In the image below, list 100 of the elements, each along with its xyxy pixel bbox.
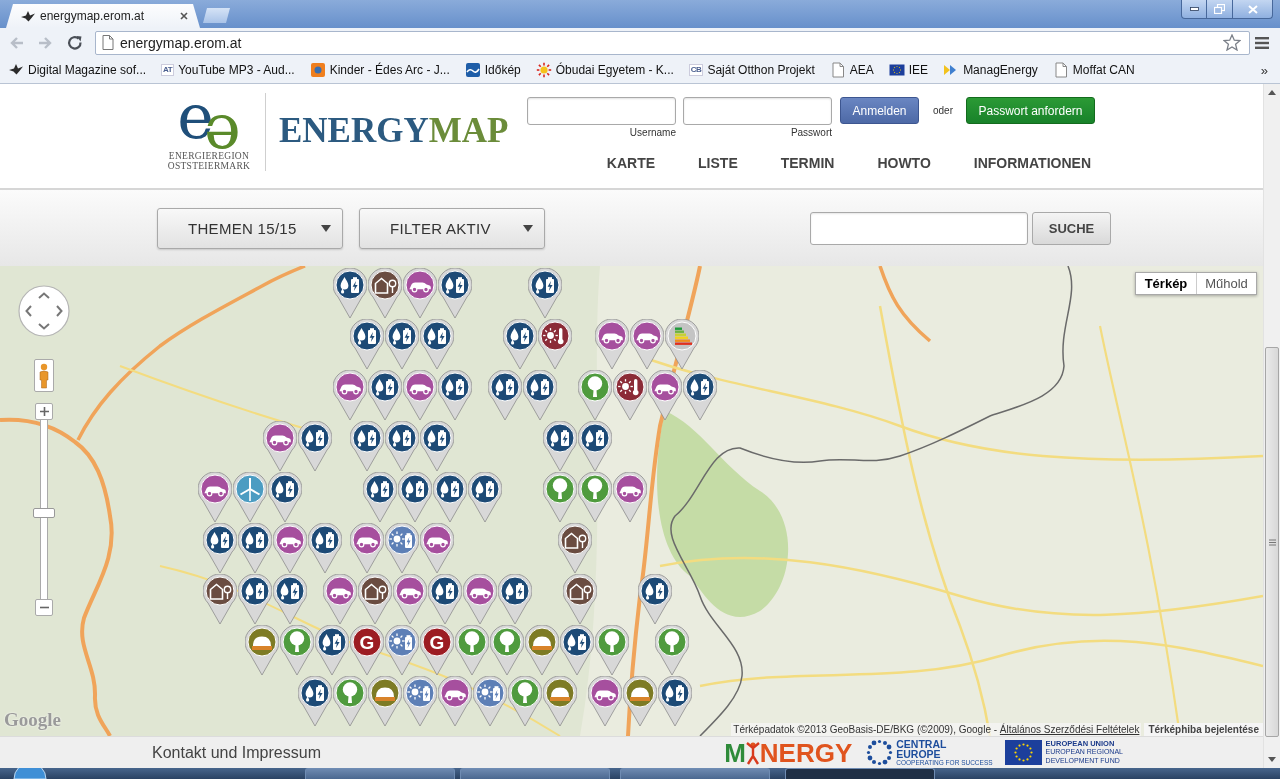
username-field[interactable] xyxy=(527,97,676,125)
terms-link[interactable]: Általános Szerződési Feltételek xyxy=(999,724,1140,735)
house-pin-icon[interactable] xyxy=(358,574,392,624)
drop-battery-pin-icon[interactable] xyxy=(543,421,577,471)
drop-battery-pin-icon[interactable] xyxy=(315,625,349,675)
bookmark-item[interactable]: CB Saját Otthon Projekt xyxy=(688,63,815,77)
car-pin-icon[interactable] xyxy=(463,574,497,624)
house-pin-icon[interactable] xyxy=(368,268,402,318)
zoom-in-button[interactable] xyxy=(35,403,53,420)
contact-link[interactable]: Kontakt und Impressum xyxy=(152,743,321,762)
drop-battery-pin-icon[interactable] xyxy=(308,523,342,573)
tree-pin-icon[interactable] xyxy=(508,676,542,726)
taskbar-button[interactable] xyxy=(785,768,935,779)
nav-link[interactable]: HOWTO xyxy=(877,154,931,172)
close-icon[interactable] xyxy=(180,12,188,20)
drop-battery-pin-icon[interactable] xyxy=(438,268,472,318)
drop-battery-pin-icon[interactable] xyxy=(350,319,384,369)
report-error-link[interactable]: Térképhiba bejelentése xyxy=(1144,723,1263,736)
star-icon[interactable] xyxy=(1223,34,1241,51)
dome-pin-icon[interactable] xyxy=(623,676,657,726)
house-pin-icon[interactable] xyxy=(558,523,592,573)
dropdown-button[interactable]: FILTER AKTIV xyxy=(359,207,545,249)
drop-battery-pin-icon[interactable] xyxy=(350,421,384,471)
drop-battery-pin-icon[interactable] xyxy=(638,574,672,624)
search-field[interactable] xyxy=(810,211,1028,245)
drop-battery-pin-icon[interactable] xyxy=(523,370,557,420)
bookmark-item[interactable]: Óbudai Egyetem - K... xyxy=(535,62,674,78)
drop-battery-pin-icon[interactable] xyxy=(498,574,532,624)
drop-battery-pin-icon[interactable] xyxy=(488,370,522,420)
car-pin-icon[interactable] xyxy=(333,370,367,420)
bookmark-item[interactable]: AT YouTube MP3 - Aud... xyxy=(161,63,295,77)
reload-icon[interactable] xyxy=(66,33,84,52)
bookmark-item[interactable]: IEE xyxy=(888,62,929,78)
drop-battery-pin-icon[interactable] xyxy=(468,472,502,522)
drop-battery-pin-icon[interactable] xyxy=(658,676,692,726)
car-pin-icon[interactable] xyxy=(613,472,647,522)
drop-battery-pin-icon[interactable] xyxy=(398,472,432,522)
dropdown-button[interactable]: THEMEN 15/15 xyxy=(157,207,343,249)
drop-battery-pin-icon[interactable] xyxy=(385,421,419,471)
car-pin-icon[interactable] xyxy=(403,268,437,318)
drop-battery-pin-icon[interactable] xyxy=(438,370,472,420)
drop-battery-pin-icon[interactable] xyxy=(433,472,467,522)
map-type-tab[interactable]: Műhold xyxy=(1196,273,1256,294)
nav-link[interactable]: LISTE xyxy=(698,154,738,172)
address-field[interactable]: energymap.erom.at xyxy=(95,30,1250,55)
bookmark-item[interactable]: AEA xyxy=(829,62,874,78)
restore-button[interactable] xyxy=(1207,0,1233,19)
bookmarks-overflow-button[interactable]: » xyxy=(1260,62,1268,78)
drop-battery-pin-icon[interactable] xyxy=(203,523,237,573)
bookmark-item[interactable]: Kinder - Édes Arc - J... xyxy=(309,62,450,78)
car-pin-icon[interactable] xyxy=(630,319,664,369)
drop-battery-pin-icon[interactable] xyxy=(273,574,307,624)
drop-battery-pin-icon[interactable] xyxy=(528,268,562,318)
letter-pin[interactable]: G xyxy=(420,625,454,675)
car-pin-icon[interactable] xyxy=(350,523,384,573)
car-pin-icon[interactable] xyxy=(393,574,427,624)
drop-battery-pin-icon[interactable] xyxy=(368,370,402,420)
sun-battery-pin-icon[interactable] xyxy=(473,676,507,726)
house-pin-icon[interactable] xyxy=(563,574,597,624)
drop-battery-pin-icon[interactable] xyxy=(420,421,454,471)
dome-pin-icon[interactable] xyxy=(368,676,402,726)
bookmark-item[interactable]: Digital Magazine sof... xyxy=(8,62,147,78)
slider-thumb[interactable] xyxy=(33,508,55,519)
drop-battery-pin-icon[interactable] xyxy=(428,574,462,624)
drop-battery-pin-icon[interactable] xyxy=(683,370,717,420)
search-button[interactable]: SUCHE xyxy=(1032,211,1111,245)
dome-pin-icon[interactable] xyxy=(525,625,559,675)
start-button[interactable] xyxy=(12,768,48,779)
drop-battery-pin-icon[interactable] xyxy=(420,319,454,369)
car-pin-icon[interactable] xyxy=(648,370,682,420)
nav-link[interactable]: TERMIN xyxy=(780,154,835,172)
bookmark-item[interactable]: Időkép xyxy=(464,62,521,78)
drop-battery-pin-icon[interactable] xyxy=(298,676,332,726)
sun-battery-pin-icon[interactable] xyxy=(385,523,419,573)
nav-link[interactable]: INFORMATIONEN xyxy=(973,154,1091,172)
close-button[interactable] xyxy=(1233,0,1273,19)
drop-battery-pin-icon[interactable] xyxy=(503,319,537,369)
car-pin-icon[interactable] xyxy=(198,472,232,522)
bookmark-item[interactable]: ManagEnergy xyxy=(943,62,1038,78)
pan-control[interactable] xyxy=(18,285,70,337)
car-pin-icon[interactable] xyxy=(438,676,472,726)
dome-pin-icon[interactable] xyxy=(245,625,279,675)
car-pin-icon[interactable] xyxy=(595,319,629,369)
sun-battery-pin-icon[interactable] xyxy=(385,625,419,675)
drop-battery-pin-icon[interactable] xyxy=(385,319,419,369)
drop-battery-pin-icon[interactable] xyxy=(333,268,367,318)
car-pin-icon[interactable] xyxy=(403,370,437,420)
car-pin-icon[interactable] xyxy=(263,421,297,471)
menu-icon[interactable] xyxy=(1254,35,1270,50)
house-pin-icon[interactable] xyxy=(203,574,237,624)
minimize-button[interactable] xyxy=(1181,0,1207,19)
scrollbar-thumb[interactable] xyxy=(1265,347,1279,737)
map-type-tab[interactable]: Térkép xyxy=(1136,273,1196,294)
car-pin-icon[interactable] xyxy=(420,523,454,573)
drop-battery-pin-icon[interactable] xyxy=(578,421,612,471)
drop-battery-pin-icon[interactable] xyxy=(363,472,397,522)
drop-battery-pin-icon[interactable] xyxy=(268,472,302,522)
drop-battery-pin-icon[interactable] xyxy=(238,523,272,573)
browser-tab[interactable]: energymap.erom.at xyxy=(6,4,200,28)
sun-thermometer-pin-icon[interactable] xyxy=(538,319,572,369)
